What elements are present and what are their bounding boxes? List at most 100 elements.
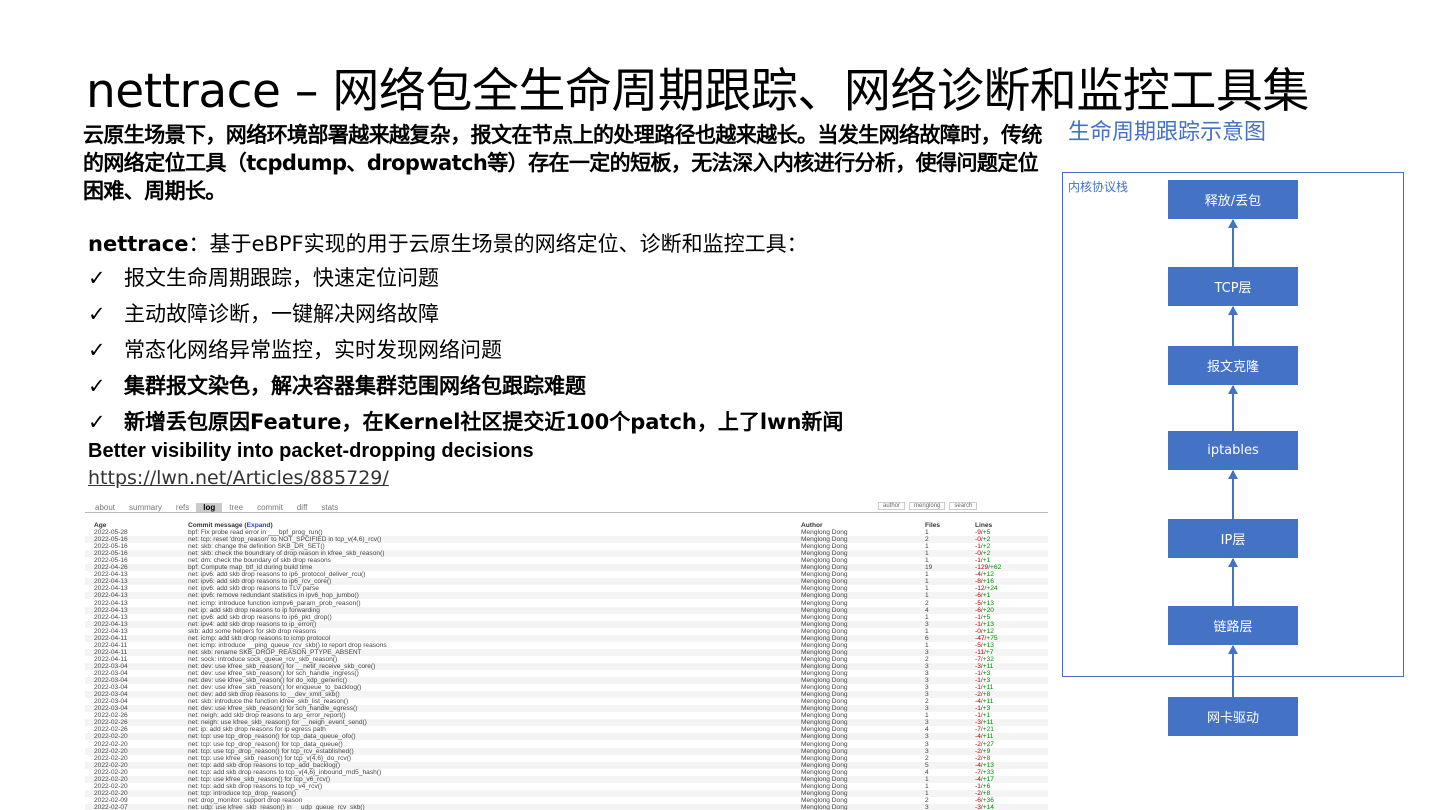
commit-author: Menglong Dong xyxy=(801,578,848,586)
arrow-up-icon xyxy=(1228,558,1238,606)
table-row[interactable]: 2022-03-04 net: skb: introduce the funct… xyxy=(85,698,1048,705)
search-input[interactable]: menglong xyxy=(909,502,946,510)
tab-summary[interactable]: summary xyxy=(122,503,169,512)
table-row[interactable]: 2022-02-20 net: tcp: add skb drop reason… xyxy=(85,769,1048,776)
commit-message[interactable]: bpf: Compute map_btf_id during build tim… xyxy=(188,564,312,571)
commit-message[interactable]: net: skb: rename SKB_DROP_REASON_PTYPE_A… xyxy=(188,649,362,656)
table-row[interactable]: 2022-04-13 net: ipv6: add skb drop reaso… xyxy=(85,571,1048,578)
table-row[interactable]: 2022-04-11 net: skb: rename SKB_DROP_REA… xyxy=(85,648,1048,656)
table-row[interactable]: 2022-04-13 net: ipv6: remove redundant s… xyxy=(85,592,1048,600)
commit-message[interactable]: net: dev: use kfree_skb_reason() for __n… xyxy=(188,663,375,670)
tab-refs[interactable]: refs xyxy=(169,503,196,512)
table-row[interactable]: 2022-02-20 net: tcp: use kfree_skb_reaso… xyxy=(85,755,1048,762)
table-row[interactable]: 2022-04-13 net: ipv6: add skb drop reaso… xyxy=(85,585,1048,592)
commit-message[interactable]: skb: add some helpers for skb drop reaso… xyxy=(188,628,316,635)
table-row[interactable]: 2022-02-26 net: ip: add skb drop reasons… xyxy=(85,726,1048,733)
commit-message[interactable]: net: udp: use kfree_skb_reason() in __ud… xyxy=(188,804,365,810)
commit-message[interactable]: net: dev: use kfree_skb_reason() for enq… xyxy=(188,684,361,691)
table-row[interactable]: 2022-04-11 net: sock: introduce sock_que… xyxy=(85,656,1048,663)
table-row[interactable]: 2022-02-20 net: tcp: add skb drop reason… xyxy=(85,783,1048,790)
search-button[interactable]: search xyxy=(949,502,978,510)
commit-age: 2022-03-04 xyxy=(94,662,128,670)
table-row[interactable]: 2022-05-28 bpf: Fix probe read error in … xyxy=(85,529,1048,536)
commit-message[interactable]: net: tcp: use tcp_drop_reason() for tcp_… xyxy=(188,748,354,755)
commit-message[interactable]: net: tcp: use kfree_skb_reason() for tcp… xyxy=(188,755,351,762)
commit-message[interactable]: bpf: Fix probe read error in ___bpf_prog… xyxy=(188,529,323,536)
table-row[interactable]: 2022-02-26 net: neigh: add skb drop reas… xyxy=(85,712,1048,719)
table-row[interactable]: 2022-04-13 net: ipv4: add skb drop reaso… xyxy=(85,620,1048,628)
table-row[interactable]: 2022-02-07 net: udp: use kfree_skb_reaso… xyxy=(85,803,1048,810)
commit-message[interactable]: net: tcp: use tcp_drop_reason() for tcp_… xyxy=(188,741,343,748)
table-row[interactable]: 2022-04-13 skb: add some helpers for skb… xyxy=(85,628,1048,635)
lwn-article-link[interactable]: https://lwn.net/Articles/885729/ xyxy=(88,467,389,489)
commit-message[interactable]: net: tcp: use kfree_skb_reason() for tcp… xyxy=(188,776,330,783)
table-row[interactable]: 2022-04-13 net: ipv6: add skb drop reaso… xyxy=(85,614,1048,621)
commit-message[interactable]: net: dev: use kfree_skb_reason() for sch… xyxy=(188,670,359,677)
tab-stats[interactable]: stats xyxy=(314,503,345,512)
tab-commit[interactable]: commit xyxy=(250,503,290,512)
table-row[interactable]: 2022-04-11 net: icmp: introduce __ping_q… xyxy=(85,642,1048,649)
commit-files: 1 xyxy=(925,571,929,579)
table-row[interactable]: 2022-02-26 net: neigh: use kfree_skb_rea… xyxy=(85,719,1048,727)
commit-message[interactable]: net: ipv6: add skb drop reasons to ip6_p… xyxy=(188,571,365,578)
table-row[interactable]: 2022-04-13 net: icmp: introduce function… xyxy=(85,600,1048,607)
commit-message[interactable]: net: sock: introduce sock_queue_rcv_skb_… xyxy=(188,656,337,663)
commit-message[interactable]: net: tcp: add skb drop reasons to tcp_v{… xyxy=(188,769,381,776)
commit-message[interactable]: net: skb: introduce the function kfree_s… xyxy=(188,698,348,705)
commit-message[interactable]: net: skb: change the definition SKB_DR_S… xyxy=(188,543,325,550)
commit-message[interactable]: net: dm: check the boundary of skb drop … xyxy=(188,557,331,564)
commit-message[interactable]: net: neigh: add skb drop reasons to arp_… xyxy=(188,712,346,719)
commit-message[interactable]: net: drop_monitor: support drop reason xyxy=(188,797,302,804)
tab-log[interactable]: log xyxy=(196,503,223,512)
table-row[interactable]: 2022-02-20 net: tcp: use tcp_drop_reason… xyxy=(85,741,1048,748)
table-row[interactable]: 2022-03-04 net: dev: use kfree_skb_reaso… xyxy=(85,662,1048,670)
commit-message[interactable]: net: ipv6: add skb drop reasons to ip6_p… xyxy=(188,614,332,621)
lines-deleted: -9 xyxy=(975,529,981,536)
table-row[interactable]: 2022-05-16 net: tcp: reset 'drop_reason'… xyxy=(85,536,1048,544)
table-row[interactable]: 2022-05-16 net: dm: check the boundary o… xyxy=(85,557,1048,564)
table-row[interactable]: 2022-02-09 net: drop_monitor: support dr… xyxy=(85,797,1048,804)
table-row[interactable]: 2022-02-20 net: tcp: use tcp_drop_reason… xyxy=(85,747,1048,755)
search-field-select[interactable]: author xyxy=(878,502,906,510)
expand-link[interactable]: Expand xyxy=(247,522,271,529)
tab-diff[interactable]: diff xyxy=(290,503,315,512)
lines-deleted: -2 xyxy=(975,740,981,748)
commit-message[interactable]: net: icmp: add skb drop reasons to icmp … xyxy=(188,635,330,642)
commit-message[interactable]: net: neigh: use kfree_skb_reason() for _… xyxy=(188,719,367,726)
table-row[interactable]: 2022-04-26 bpf: Compute map_btf_id durin… xyxy=(85,564,1048,572)
table-row[interactable]: 2022-05-16 net: skb: check the boundrary… xyxy=(85,550,1048,558)
tab-tree[interactable]: tree xyxy=(222,503,250,512)
table-row[interactable]: 2022-03-04 net: dev: use kfree_skb_reaso… xyxy=(85,705,1048,713)
commit-message[interactable]: net: ip: add skb drop reasons to ip forw… xyxy=(188,607,320,614)
commit-message[interactable]: net: ipv6: add skb drop reasons to TLV p… xyxy=(188,585,319,592)
commit-message[interactable]: net: tcp: reset 'drop_reason' to NOT_SPC… xyxy=(188,536,381,543)
table-row[interactable]: 2022-03-04 net: dev: use kfree_skb_reaso… xyxy=(85,670,1048,677)
commit-message[interactable]: net: skb: check the boundrary of drop re… xyxy=(188,550,384,557)
table-row[interactable]: 2022-02-20 net: tcp: use tcp_drop_reason… xyxy=(85,733,1048,741)
table-row[interactable]: 2022-03-04 net: dev: use kfree_skb_reaso… xyxy=(85,684,1048,691)
table-row[interactable]: 2022-03-04 net: dev: add skb drop reason… xyxy=(85,691,1048,699)
commit-message[interactable]: net: ipv4: add skb drop reasons to ip_er… xyxy=(188,621,316,628)
commit-message[interactable]: net: tcp: add skb drop reasons to tcp_v4… xyxy=(188,783,322,790)
commit-message[interactable]: net: dev: add skb drop reasons to __dev_… xyxy=(188,691,340,698)
commit-message[interactable]: net: ipv6: remove redundant statistics i… xyxy=(188,592,359,599)
table-row[interactable]: 2022-03-04 net: dev: use kfree_skb_reaso… xyxy=(85,677,1048,685)
table-row[interactable]: 2022-04-11 net: icmp: add skb drop reaso… xyxy=(85,634,1048,642)
table-row[interactable]: 2022-02-20 net: tcp: introduce tcp_drop_… xyxy=(85,789,1048,797)
table-row[interactable]: 2022-02-20 net: tcp: use kfree_skb_reaso… xyxy=(85,775,1048,783)
commit-message[interactable]: net: dev: use kfree_skb_reason() for do_… xyxy=(188,677,347,684)
table-row[interactable]: 2022-04-13 net: ip: add skb drop reasons… xyxy=(85,606,1048,614)
commit-message[interactable]: net: tcp: add skb drop reasons to tcp_ad… xyxy=(188,762,340,769)
commit-message[interactable]: net: dev: use kfree_skb_reason() for sch… xyxy=(188,705,357,712)
commit-message[interactable]: net: ipv6: add skb drop reasons to ip6_r… xyxy=(188,578,331,585)
commit-message[interactable]: net: icmp: introduce function icmpv6_par… xyxy=(188,600,361,607)
commit-message[interactable]: net: tcp: use tcp_drop_reason() for tcp_… xyxy=(188,733,356,740)
commit-message[interactable]: net: ip: add skb drop reasons for ip egr… xyxy=(188,726,326,733)
table-row[interactable]: 2022-05-16 net: skb: change the definiti… xyxy=(85,543,1048,550)
table-row[interactable]: 2022-04-13 net: ipv6: add skb drop reaso… xyxy=(85,578,1048,586)
commit-message[interactable]: net: tcp: introduce tcp_drop_reason() xyxy=(188,790,296,797)
table-row[interactable]: 2022-02-20 net: tcp: add skb drop reason… xyxy=(85,761,1048,769)
commit-message[interactable]: net: icmp: introduce __ping_queue_rcv_sk… xyxy=(188,642,387,649)
commit-lines: -5/+13 xyxy=(975,641,994,649)
tab-about[interactable]: about xyxy=(88,503,122,512)
